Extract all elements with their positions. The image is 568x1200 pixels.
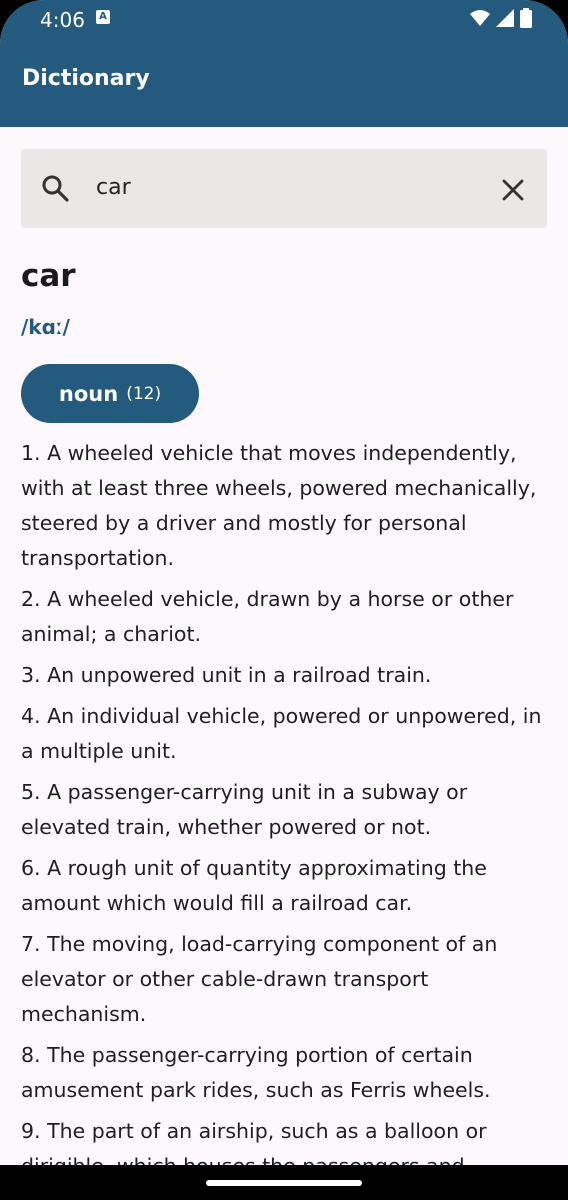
status-icons [470,8,532,28]
close-icon[interactable] [499,176,527,204]
signal-icon [496,9,514,27]
wifi-icon [470,10,490,26]
definition-item: 2. A wheeled vehicle, drawn by a horse o… [21,582,553,652]
search-input[interactable] [96,175,476,200]
definition-item: 8. The passenger-carrying portion of cer… [21,1038,553,1108]
definition-number: 4. [21,704,41,728]
definition-item: 7. The moving, load-carrying component o… [21,927,553,1032]
status-bar: 4:06 A [0,0,568,38]
definition-item: 5. A passenger-carrying unit in a subway… [21,775,553,845]
definition-number: 8. [21,1043,41,1067]
part-of-speech-label: noun [58,381,119,406]
definition-text: The moving, load-carrying component of a… [21,932,498,1026]
definition-item: 1. A wheeled vehicle that moves independ… [21,436,553,576]
app-bar: 4:06 A Dictionary [0,0,568,127]
search-icon[interactable] [40,173,70,203]
definition-list: 1. A wheeled vehicle that moves independ… [21,436,553,1190]
definition-number: 9. [21,1119,41,1143]
definition-text: A passenger-carrying unit in a subway or… [21,780,468,839]
entry-phonetic[interactable]: /kɑː/ [21,315,70,339]
definition-item: 6. A rough unit of quantity approximatin… [21,851,553,921]
definition-number: 2. [21,587,41,611]
definition-number: 5. [21,780,41,804]
definition-number: 6. [21,856,41,880]
app-title: Dictionary [22,66,150,91]
definition-item: 4. An individual vehicle, powered or unp… [21,699,553,769]
definition-text: A wheeled vehicle that moves independent… [21,441,537,570]
part-of-speech-count: (12) [126,383,162,404]
status-time: 4:06 [40,8,85,32]
notification-icon: A [96,10,110,24]
battery-icon [520,8,532,28]
definition-number: 7. [21,932,41,956]
definition-text: A wheeled vehicle, drawn by a horse or o… [21,587,514,646]
definition-item: 3. An unpowered unit in a railroad train… [21,658,553,693]
definition-number: 1. [21,441,41,465]
screen: 4:06 A Dictionary car car /kɑː/ noun (12… [0,0,568,1200]
part-of-speech-chip[interactable]: noun (12) [21,364,199,423]
definition-text: A rough unit of quantity approximating t… [21,856,487,915]
entry-word: car [21,258,76,294]
definition-number: 3. [21,663,41,687]
search-bar[interactable] [21,149,547,228]
definition-text: The passenger-carrying portion of certai… [21,1043,491,1102]
home-gesture-handle[interactable] [206,1180,362,1186]
definition-text: An individual vehicle, powered or unpowe… [21,704,542,763]
definition-text: An unpowered unit in a railroad train. [47,663,432,687]
